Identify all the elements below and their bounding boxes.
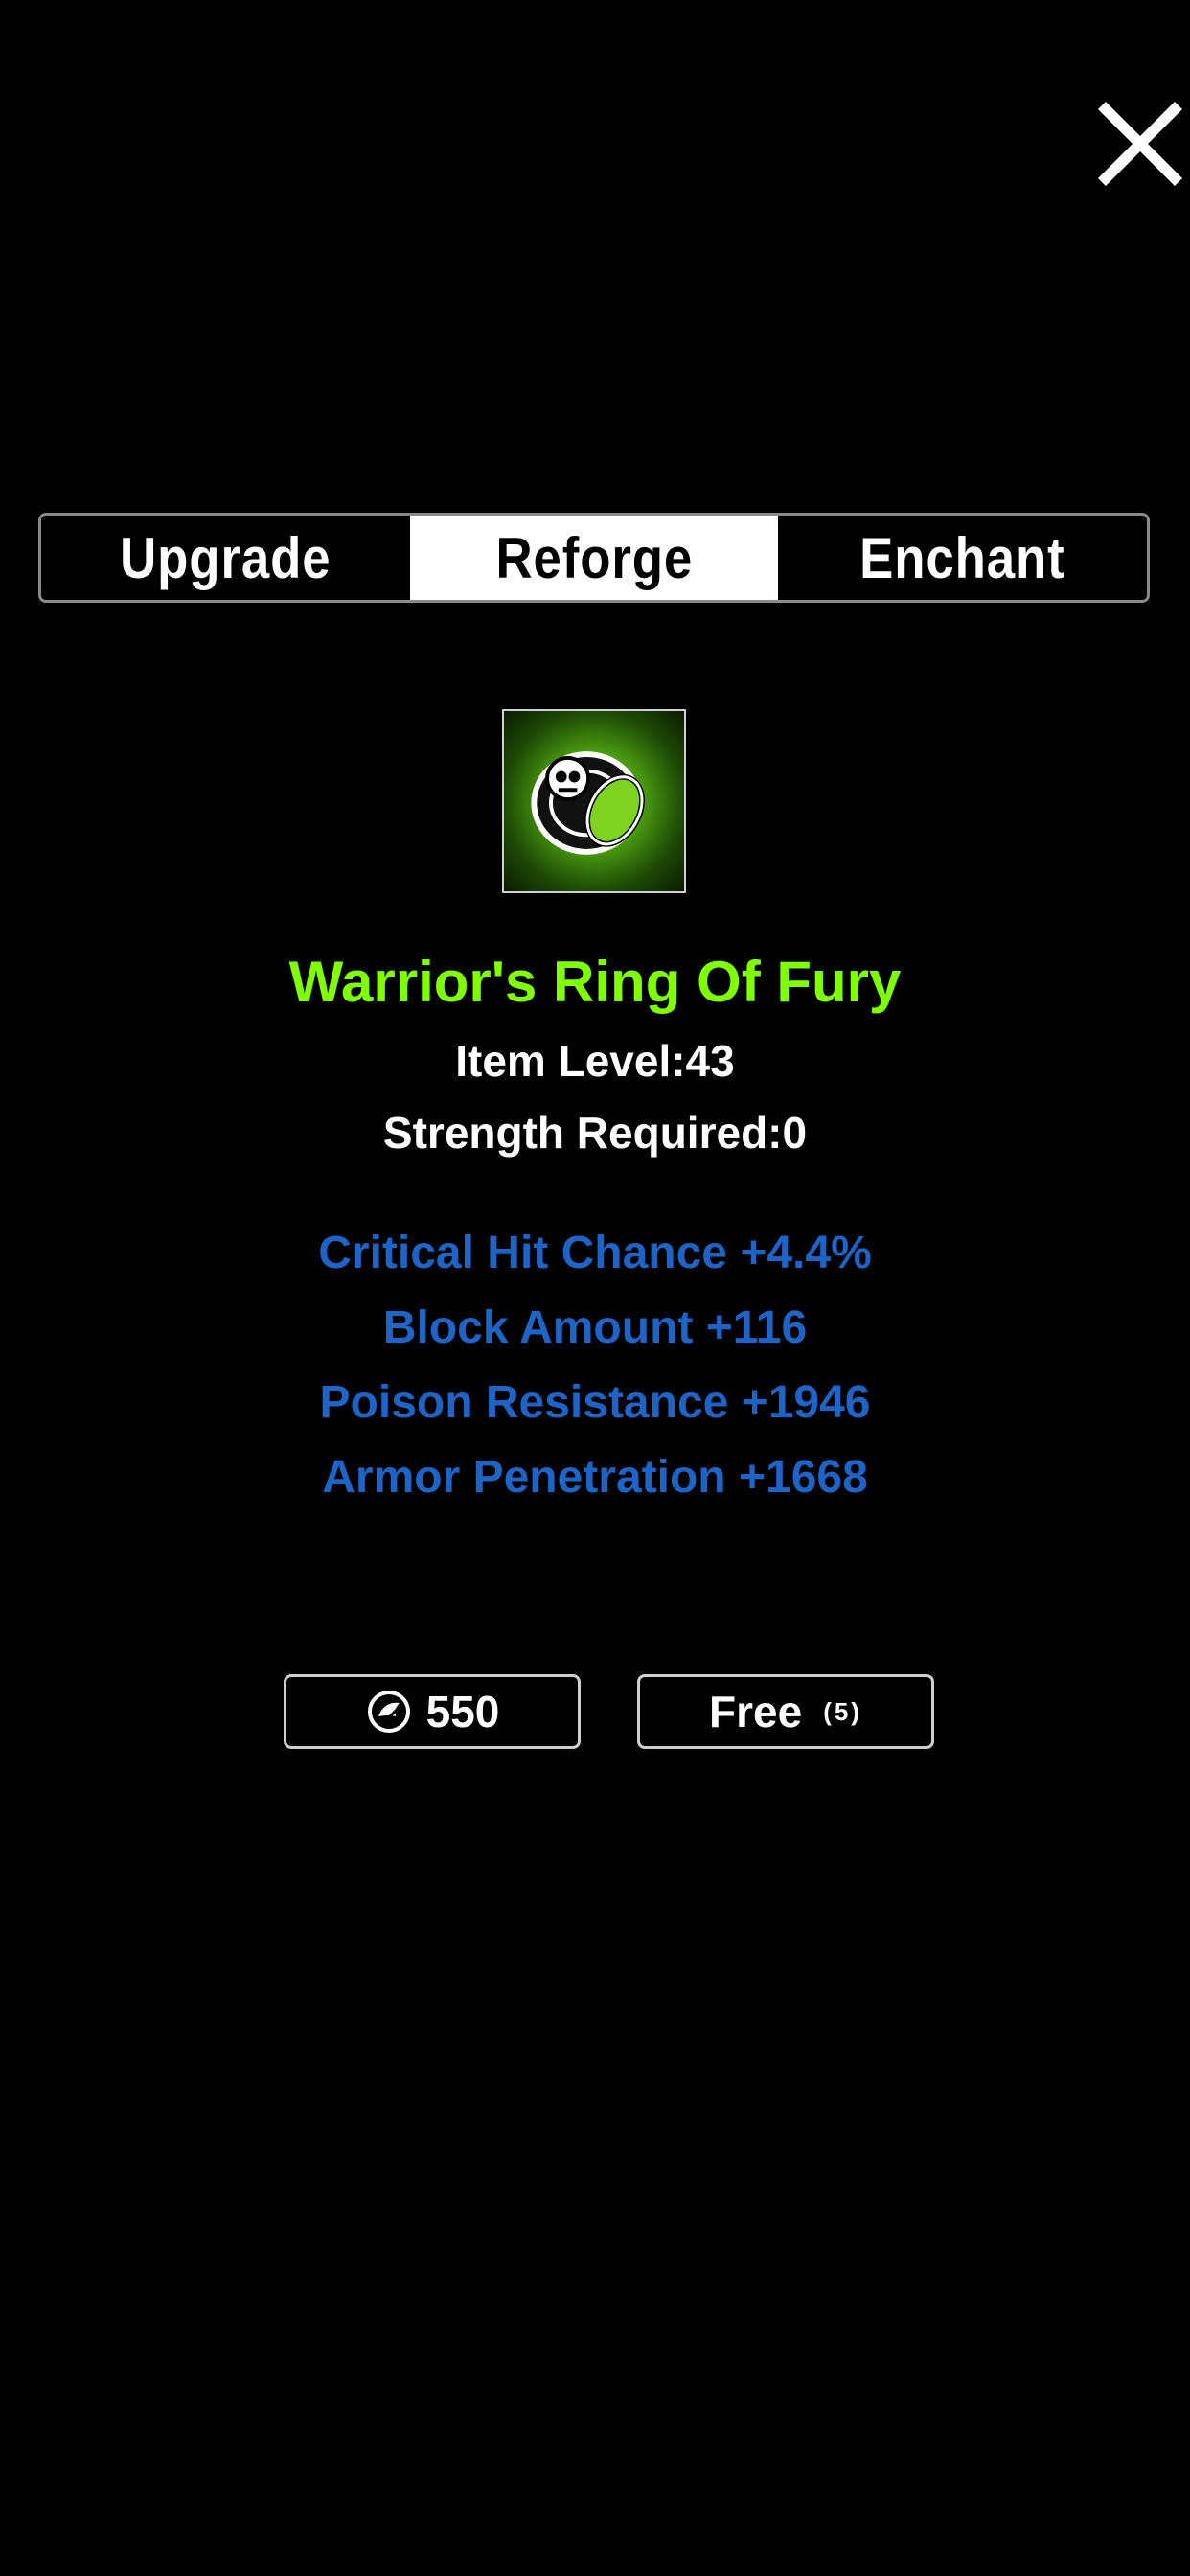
tab-upgrade-label: Upgrade [120,525,332,590]
reforge-screen: Upgrade Reforge Enchant Warrior's Ring O… [0,0,1190,2576]
stat-line: Armor Penetration +1668 [322,1452,868,1503]
stat-line: Critical Hit Chance +4.4% [318,1228,872,1278]
free-count: (5) [823,1696,862,1726]
tab-enchant[interactable]: Enchant [778,516,1147,600]
tab-reforge[interactable]: Reforge [409,516,779,600]
item-name: Warrior's Ring Of Fury [288,950,902,1014]
close-button[interactable] [1092,92,1188,188]
tab-enchant-label: Enchant [859,525,1065,590]
item-icon-frame[interactable] [502,709,686,893]
strength-required: Strength Required:0 [382,1108,808,1158]
tab-reforge-label: Reforge [495,525,693,590]
green-ring-icon [531,751,645,855]
tab-upgrade[interactable]: Upgrade [41,516,410,600]
tab-bar: Upgrade Reforge Enchant [38,513,1150,603]
reforge-stone-icon [365,1688,413,1736]
stat-line: Poison Resistance +1946 [319,1377,871,1428]
free-reforge-button[interactable]: Free (5) [637,1674,934,1749]
close-icon [1098,102,1182,186]
free-label: Free [709,1687,803,1736]
item-level: Item Level:43 [455,1036,735,1086]
reforge-cost-value: 550 [425,1687,500,1736]
reforge-cost-button[interactable]: 550 [284,1674,581,1749]
stat-line: Block Amount +116 [382,1302,808,1353]
